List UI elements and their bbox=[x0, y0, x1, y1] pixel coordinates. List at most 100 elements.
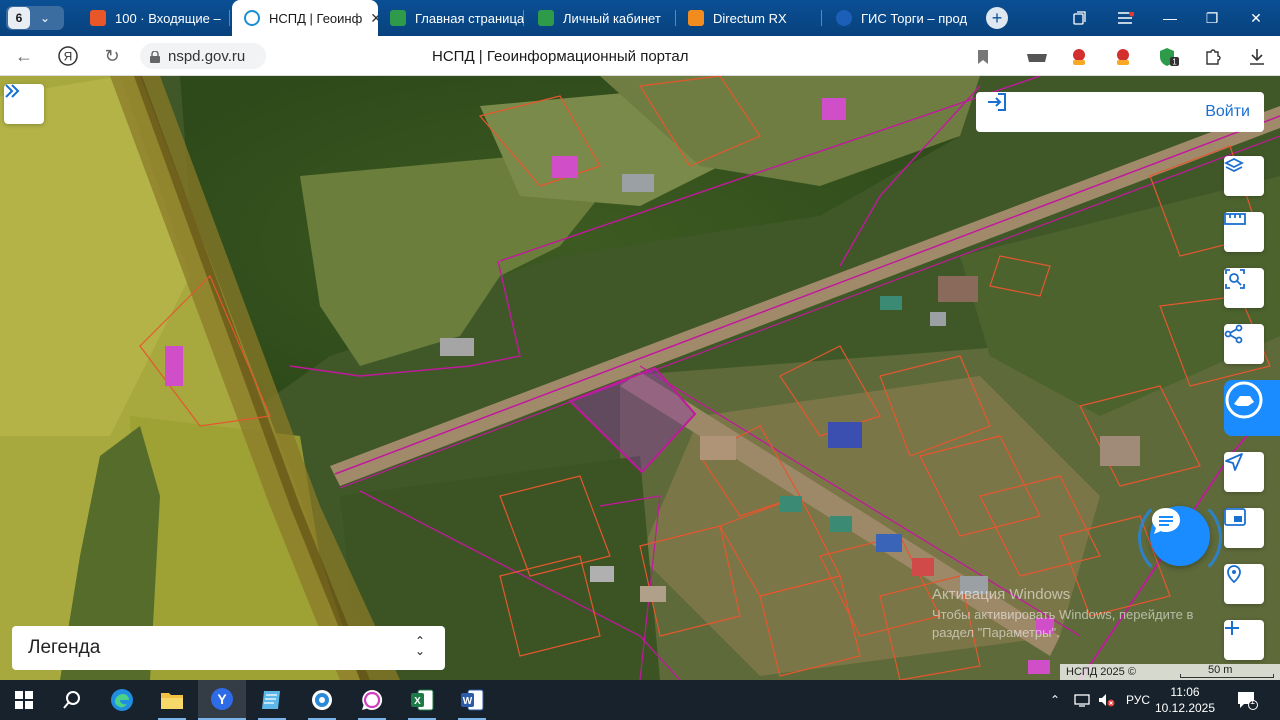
extension-icon[interactable] bbox=[1112, 46, 1134, 68]
map-view[interactable]: Войти Активация Windows Чтобы активирова… bbox=[0, 76, 1280, 680]
restore-button[interactable]: ❐ bbox=[1190, 0, 1234, 36]
edge-icon bbox=[111, 689, 133, 711]
app-icon bbox=[312, 690, 332, 710]
tab-mail[interactable]: 100 · Входящие – bbox=[78, 0, 230, 36]
notifications-button[interactable]: 1 bbox=[1236, 680, 1258, 720]
tab-title: Личный кабинет bbox=[563, 10, 661, 26]
tab-counter-button[interactable]: 6 ⌄ bbox=[6, 6, 64, 30]
back-arrow-icon[interactable]: ← bbox=[12, 44, 36, 68]
tab-title: Главная страница bbox=[415, 10, 524, 26]
tab-title: 100 · Входящие – bbox=[115, 10, 221, 26]
watermark-line: раздел "Параметры". bbox=[932, 625, 1060, 640]
chevron-down-icon: ⌄ bbox=[40, 11, 51, 25]
messenger-icon bbox=[362, 689, 383, 710]
excel-app[interactable]: X bbox=[398, 680, 446, 720]
clock[interactable]: 11:06 10.12.2025 bbox=[1152, 684, 1218, 716]
navigation-arrow-icon bbox=[1225, 453, 1243, 471]
tab-gis-torgi[interactable]: ГИС Торги – прод bbox=[824, 0, 970, 36]
windows-logo-icon bbox=[15, 691, 33, 709]
tab-gosuslugi-main[interactable]: Главная страница bbox=[378, 0, 524, 36]
notepad-icon bbox=[262, 691, 280, 709]
show-hidden-icons[interactable]: ⌃ bbox=[1050, 680, 1060, 720]
browser-tab-strip: 6 ⌄ 100 · Входящие – НСПД | Геоинф ✕ Гла… bbox=[0, 0, 1280, 36]
url-field[interactable]: nspd.gov.ru bbox=[140, 43, 266, 69]
nspd-assistant-button[interactable] bbox=[1224, 380, 1280, 436]
app-taskbar-item[interactable] bbox=[348, 680, 396, 720]
collections-icon[interactable] bbox=[1058, 0, 1102, 36]
share-icon bbox=[1224, 324, 1243, 344]
tab-count: 6 bbox=[8, 7, 30, 29]
new-tab-button[interactable]: + bbox=[986, 7, 1008, 29]
watermark-title: Активация Windows bbox=[932, 586, 1071, 603]
word-app[interactable]: W bbox=[448, 680, 496, 720]
locate-button[interactable] bbox=[1224, 452, 1264, 492]
mail-icon bbox=[90, 10, 106, 26]
tab-personal-account[interactable]: Личный кабинет bbox=[526, 0, 676, 36]
map-attribution: НСПД 2025 © 50 m bbox=[1060, 664, 1280, 680]
start-button[interactable] bbox=[0, 680, 48, 720]
emblem-icon bbox=[538, 10, 554, 26]
scale-bar bbox=[1180, 674, 1274, 678]
svg-text:Я: Я bbox=[64, 50, 73, 64]
page-title: НСПД | Геоинформационный портал bbox=[432, 48, 689, 65]
yandex-browser-icon: Y bbox=[211, 688, 233, 710]
directum-icon bbox=[688, 10, 704, 26]
extensions-puzzle-icon[interactable] bbox=[1202, 46, 1224, 68]
nspd-favicon-icon bbox=[244, 10, 260, 26]
layers-icon bbox=[1224, 157, 1244, 173]
tab-directum[interactable]: Directum RX bbox=[676, 0, 822, 36]
nspd-logo-icon bbox=[1225, 381, 1263, 419]
location-search-icon bbox=[1227, 565, 1241, 584]
tab-nspd[interactable]: НСПД | Геоинф ✕ bbox=[232, 0, 378, 36]
edge-app[interactable] bbox=[98, 680, 146, 720]
windows-activation-watermark: Активация Windows Чтобы активировать Win… bbox=[932, 584, 1193, 642]
bookmark-icon[interactable] bbox=[972, 46, 994, 68]
close-window-button[interactable]: ✕ bbox=[1234, 0, 1278, 36]
minimize-button[interactable]: — bbox=[1148, 0, 1192, 36]
svg-text:X: X bbox=[414, 696, 421, 707]
extension-icon[interactable] bbox=[1026, 46, 1048, 68]
search-button[interactable] bbox=[48, 680, 96, 720]
url-text: nspd.gov.ru bbox=[168, 47, 246, 65]
login-button[interactable]: Войти bbox=[976, 92, 1264, 132]
yandex-browser-app[interactable]: Y bbox=[198, 680, 246, 720]
search-location-button[interactable] bbox=[1224, 564, 1264, 604]
plus-icon bbox=[1225, 621, 1239, 635]
download-icon[interactable] bbox=[1246, 46, 1268, 68]
minimap-button[interactable] bbox=[1224, 508, 1264, 548]
notification-count: 1 bbox=[1250, 696, 1256, 706]
layers-button[interactable] bbox=[1224, 156, 1264, 196]
svg-text:W: W bbox=[463, 696, 473, 707]
legend-panel[interactable]: Легенда ⌃ ⌄ bbox=[12, 626, 445, 670]
network-icon[interactable] bbox=[1074, 680, 1090, 720]
chat-icon bbox=[1152, 508, 1180, 534]
expand-sidebar-button[interactable] bbox=[4, 84, 44, 124]
chat-button[interactable] bbox=[1150, 506, 1210, 566]
volume-muted-icon[interactable] bbox=[1098, 680, 1116, 720]
tab-title: НСПД | Геоинф bbox=[269, 10, 363, 26]
watermark-line: Чтобы активировать Windows, перейдите в bbox=[932, 607, 1194, 622]
close-icon[interactable]: ✕ bbox=[370, 10, 378, 27]
tab-title: ГИС Торги – прод bbox=[861, 10, 968, 26]
zoom-in-button[interactable] bbox=[1224, 620, 1264, 660]
language-indicator[interactable]: РУС bbox=[1126, 680, 1150, 720]
file-explorer-app[interactable] bbox=[148, 680, 196, 720]
legend-label: Легенда bbox=[28, 637, 101, 658]
gis-torgi-icon bbox=[836, 10, 852, 26]
emblem-icon bbox=[390, 10, 406, 26]
extension-icon[interactable] bbox=[1068, 46, 1090, 68]
search-icon bbox=[63, 691, 80, 709]
share-button[interactable] bbox=[1224, 324, 1264, 364]
app-taskbar-item[interactable] bbox=[298, 680, 346, 720]
yandex-icon[interactable]: Я bbox=[56, 44, 80, 68]
clock-time: 11:06 bbox=[1170, 685, 1200, 699]
measure-button[interactable] bbox=[1224, 212, 1264, 252]
app-taskbar-item[interactable] bbox=[248, 680, 296, 720]
shield-icon[interactable]: 1 bbox=[1158, 46, 1180, 68]
address-bar: ← Я ↻ nspd.gov.ru НСПД | Геоинформационн… bbox=[0, 36, 1280, 76]
tab-title: Directum RX bbox=[713, 10, 787, 26]
menu-icon[interactable] bbox=[1104, 0, 1148, 36]
attribution-text: НСПД 2025 © bbox=[1066, 666, 1136, 678]
reload-icon[interactable]: ↻ bbox=[100, 44, 124, 68]
area-search-button[interactable] bbox=[1224, 268, 1264, 308]
